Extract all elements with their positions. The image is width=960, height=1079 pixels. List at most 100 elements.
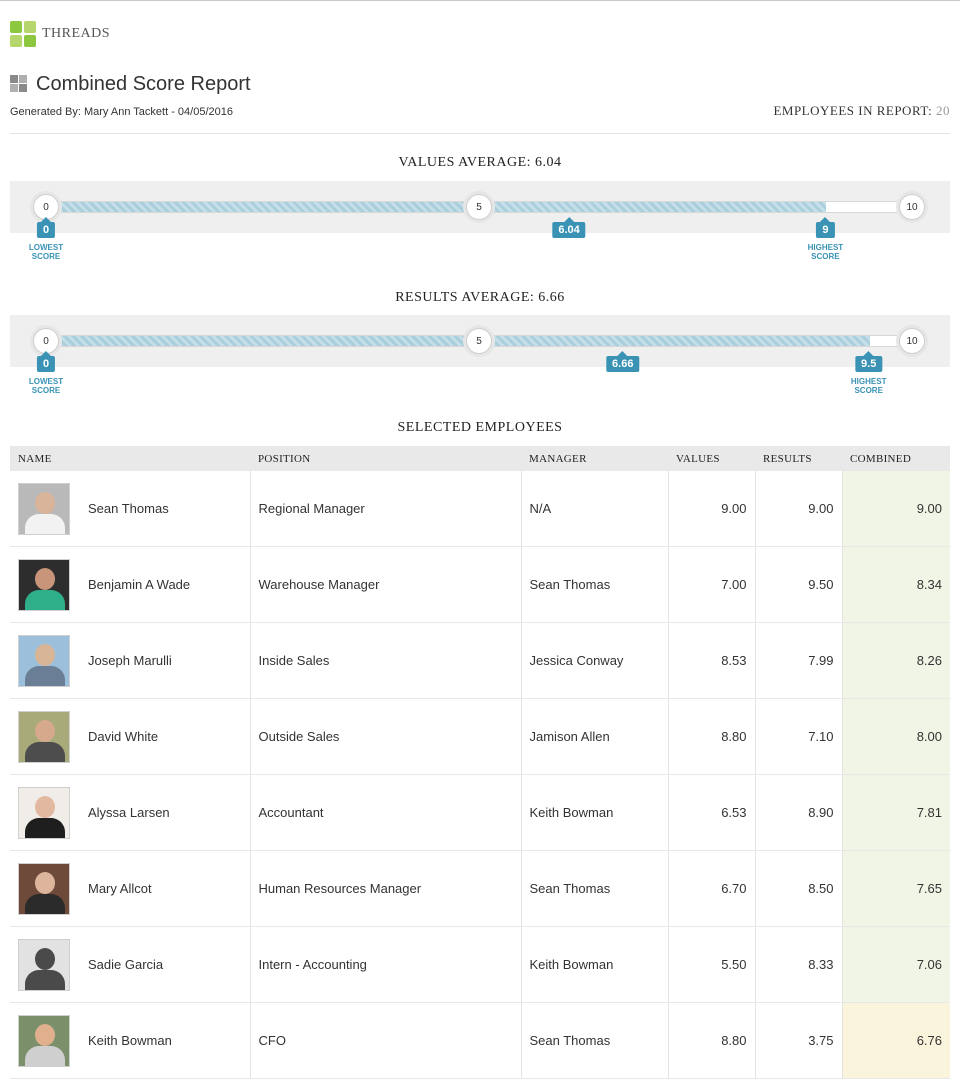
employees-table: NAME POSITION MANAGER VALUES RESULTS COM… [10, 446, 950, 1079]
highest-score-caption: HIGHEST SCORE [850, 377, 887, 395]
table-row[interactable]: Sean Thomas Regional Manager N/A 9.00 9.00 9.… [10, 471, 950, 547]
manager-cell: Keith Bowman [520, 926, 668, 1003]
results-cell: 8.50 [754, 850, 842, 927]
values-cell: 5.50 [667, 926, 755, 1003]
avatar[interactable] [18, 558, 70, 611]
employee-name[interactable]: Sadie Garcia [88, 957, 163, 972]
column-header-manager[interactable]: MANAGER [521, 446, 668, 471]
position-cell: Warehouse Manager [249, 546, 521, 623]
values-cell: 7.00 [667, 546, 755, 623]
lowest-score-tag: 0 [36, 217, 56, 238]
values-cell: 9.00 [667, 471, 755, 547]
avatar[interactable] [18, 1014, 70, 1067]
app-header: THREADS [10, 19, 110, 49]
position-cell: Intern - Accounting [249, 926, 521, 1003]
column-header-results[interactable]: RESULTS [755, 446, 842, 471]
lowest-score-tag: 0 [36, 351, 56, 372]
results-cell: 8.33 [754, 926, 842, 1003]
results-cell: 3.75 [754, 1002, 842, 1079]
results-cell: 7.99 [754, 622, 842, 699]
report-grid-icon [10, 75, 27, 92]
values-cell: 6.70 [667, 850, 755, 927]
results-cell: 8.90 [754, 774, 842, 851]
name-cell: Keith Bowman [10, 1002, 250, 1079]
lowest-score-caption: LOWEST SCORE [28, 377, 64, 395]
values-cell: 8.80 [667, 1002, 755, 1079]
employee-name[interactable]: David White [88, 729, 158, 744]
avatar[interactable] [18, 786, 70, 839]
employees-label: EMPLOYEES IN REPORT: [773, 103, 933, 118]
brand-name[interactable]: THREADS [42, 26, 110, 42]
column-header-combined[interactable]: COMBINED [842, 446, 950, 471]
average-score-tag: 6.04 [552, 217, 586, 238]
combined-cell: 7.06 [841, 926, 950, 1003]
manager-cell: N/A [520, 471, 668, 547]
combined-cell: 7.81 [841, 774, 950, 851]
employee-name[interactable]: Sean Thomas [88, 501, 169, 516]
column-header-position[interactable]: POSITION [250, 446, 521, 471]
avatar[interactable] [18, 710, 70, 763]
values-average-title: VALUES AVERAGE: 6.04 [398, 155, 562, 170]
employees-in-report: EMPLOYEES IN REPORT: 20 [773, 103, 950, 119]
values-cell: 6.53 [667, 774, 755, 851]
threads-logo-icon[interactable] [10, 21, 36, 47]
highest-score-caption: HIGHEST SCORE [807, 243, 844, 261]
highest-score-tag: 9.5 [855, 351, 883, 372]
results-cell: 9.50 [754, 546, 842, 623]
scale-max-knob: 10 [899, 194, 925, 220]
results-score-scale: 0 5 10 0 LOWEST SCORE 6.66 9.5 HIGHEST SCORE [10, 315, 950, 395]
table-row[interactable]: Benjamin A Wade Warehouse Manager Sean Tho… [10, 546, 950, 623]
score-range-fill [47, 202, 827, 212]
avatar[interactable] [18, 862, 70, 915]
name-cell: Sadie Garcia [10, 926, 250, 1003]
values-cell: 8.80 [667, 698, 755, 775]
employee-name[interactable]: Alyssa Larsen [88, 805, 170, 820]
combined-cell: 8.00 [841, 698, 950, 775]
manager-cell: Jamison Allen [520, 698, 668, 775]
values-score-scale: 0 5 10 0 LOWEST SCORE 6.04 9 HIGHEST SCORE [10, 181, 950, 261]
table-row[interactable]: Keith Bowman CFO Sean Thomas 8.80 3.75 6.76 [10, 1002, 950, 1079]
results-cell: 9.00 [754, 471, 842, 547]
table-row[interactable]: Sadie Garcia Intern - Accounting Keith Bow… [10, 926, 950, 1003]
avatar[interactable] [18, 482, 70, 535]
column-header-name[interactable]: NAME [10, 446, 250, 471]
employee-name[interactable]: Joseph Marulli [88, 653, 172, 668]
position-cell: Inside Sales [249, 622, 521, 699]
combined-cell: 9.00 [841, 471, 950, 547]
employee-name[interactable]: Mary Allcot [88, 881, 152, 896]
position-cell: Regional Manager [249, 471, 521, 547]
avatar[interactable] [18, 634, 70, 687]
selected-employees-title: SELECTED EMPLOYEES [397, 420, 563, 435]
position-cell: Outside Sales [249, 698, 521, 775]
generated-by: Generated By: Mary Ann Tackett - 04/05/2… [10, 106, 233, 118]
name-cell: Mary Allcot [10, 850, 250, 927]
position-cell: Accountant [249, 774, 521, 851]
combined-cell: 8.34 [841, 546, 950, 623]
table-row[interactable]: David White Outside Sales Jamison Allen 8.8… [10, 698, 950, 775]
table-row[interactable]: Alyssa Larsen Accountant Keith Bowman 6.53 8… [10, 774, 950, 851]
position-cell: Human Resources Manager [249, 850, 521, 927]
manager-cell: Jessica Conway [520, 622, 668, 699]
table-row[interactable]: Joseph Marulli Inside Sales Jessica Conway… [10, 622, 950, 699]
employee-name[interactable]: Benjamin A Wade [88, 577, 190, 592]
name-cell: David White [10, 698, 250, 775]
combined-cell: 6.76 [841, 1002, 950, 1079]
avatar[interactable] [18, 938, 70, 991]
column-header-values[interactable]: VALUES [668, 446, 755, 471]
lowest-score-caption: LOWEST SCORE [28, 243, 64, 261]
manager-cell: Keith Bowman [520, 774, 668, 851]
employee-name[interactable]: Keith Bowman [88, 1033, 172, 1048]
values-cell: 8.53 [667, 622, 755, 699]
manager-cell: Sean Thomas [520, 850, 668, 927]
table-header-row: NAME POSITION MANAGER VALUES RESULTS COM… [10, 446, 950, 471]
page-title: Combined Score Report [36, 73, 251, 95]
name-cell: Alyssa Larsen [10, 774, 250, 851]
manager-cell: Sean Thomas [520, 546, 668, 623]
average-score-tag: 6.66 [606, 351, 640, 372]
manager-cell: Sean Thomas [520, 1002, 668, 1079]
position-cell: CFO [249, 1002, 521, 1079]
results-average-title: RESULTS AVERAGE: 6.66 [395, 290, 565, 305]
highest-score-tag: 9 [816, 217, 835, 238]
employees-count: 20 [936, 103, 950, 118]
table-row[interactable]: Mary Allcot Human Resources Manager Sean T… [10, 850, 950, 927]
